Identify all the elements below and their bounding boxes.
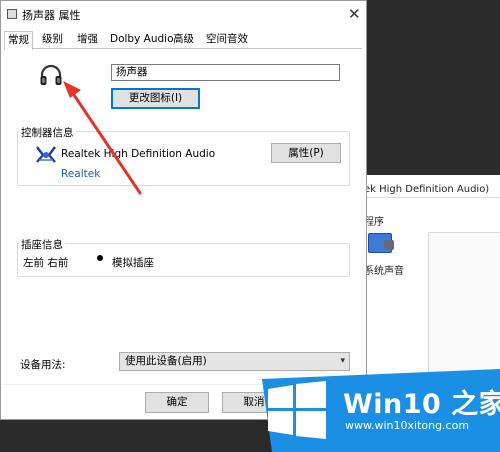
properties-button[interactable]: 属性(P) (271, 143, 341, 163)
dialog-title: 扬声器 属性 (22, 9, 81, 22)
headphones-icon (40, 64, 62, 85)
windows-logo-icon (268, 381, 326, 439)
jack-type: 模拟插座 (112, 257, 154, 269)
tab-advanced[interactable]: 高级 (170, 31, 197, 48)
background-section-text: 程序 (364, 217, 384, 228)
tab-enhancements[interactable]: 增强 (74, 31, 101, 48)
device-usage-value: 使用此设备(启用) (125, 355, 207, 367)
title-bar[interactable]: 扬声器 属性 ✕ (1, 1, 366, 27)
background-device-text: ek High Definition Audio) (364, 184, 490, 195)
device-usage-label: 设备用法: (20, 359, 66, 371)
device-name-field[interactable]: 扬声器 (111, 64, 340, 81)
ok-button[interactable]: 确定 (145, 392, 209, 413)
realtek-icon (36, 146, 56, 163)
speaker-properties-dialog: 扬声器 属性 ✕ 常规 级别 增强 Dolby Audio 高级 空间音效 扬声… (0, 0, 367, 420)
speaker-overlay-icon (384, 240, 394, 250)
tab-dolby-audio[interactable]: Dolby Audio (107, 31, 177, 48)
tab-levels[interactable]: 级别 (39, 31, 66, 48)
tab-general[interactable]: 常规 (4, 31, 33, 50)
controller-info-label: 控制器信息 (19, 125, 76, 140)
change-icon-button[interactable]: 更改图标(I) (111, 88, 200, 109)
chevron-down-icon: ▾ (340, 356, 345, 366)
watermark-title: Win10 之家 (343, 389, 500, 420)
jack-info-label: 插座信息 (19, 237, 65, 252)
jack-position: 左前 右前 (23, 257, 69, 269)
controller-name: Realtek High Definition Audio (61, 148, 216, 160)
close-icon[interactable]: ✕ (348, 5, 361, 23)
jack-indicator-icon (97, 255, 103, 261)
watermark-url: www.win10xitong.com (345, 419, 470, 432)
tab-spatial-sound[interactable]: 空间音效 (203, 31, 251, 48)
tab-divider (4, 48, 362, 49)
background-app-label[interactable]: 系统声音 (364, 262, 404, 277)
vendor-link[interactable]: Realtek (61, 168, 100, 180)
speaker-app-icon (7, 9, 17, 19)
background-separator (355, 197, 500, 198)
